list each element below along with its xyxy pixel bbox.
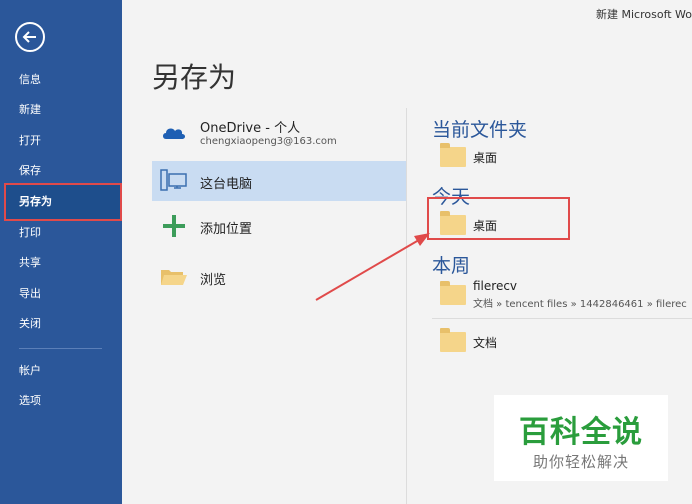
watermark-title: 百科全说 xyxy=(519,415,643,450)
watermark-logo: 百科全说 助你轻松解决 xyxy=(494,395,668,481)
watermark-subtitle: 助你轻松解决 xyxy=(532,453,629,471)
